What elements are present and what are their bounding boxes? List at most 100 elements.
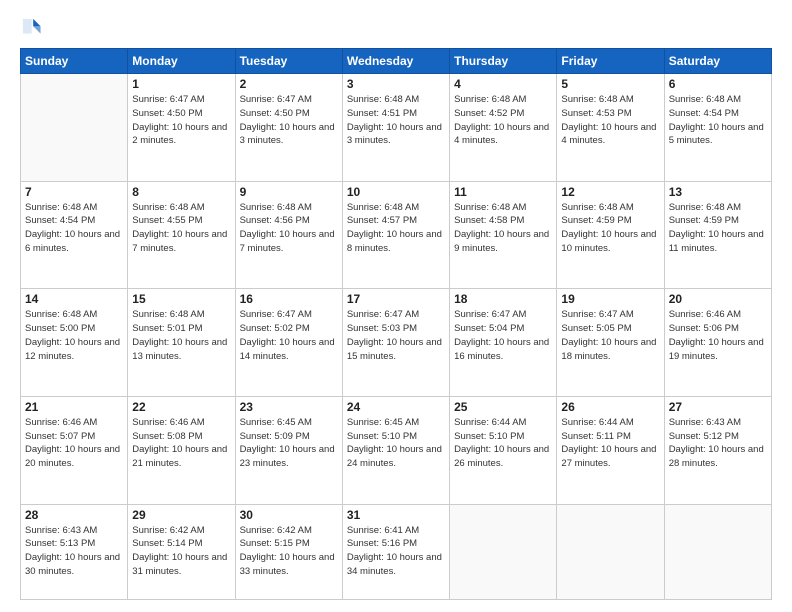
calendar-cell: 29Sunrise: 6:42 AM Sunset: 5:14 PM Dayli… xyxy=(128,504,235,600)
day-info: Sunrise: 6:48 AM Sunset: 4:56 PM Dayligh… xyxy=(240,201,338,256)
day-number: 13 xyxy=(669,185,767,199)
day-number: 19 xyxy=(561,292,659,306)
day-info: Sunrise: 6:42 AM Sunset: 5:14 PM Dayligh… xyxy=(132,524,230,579)
weekday-header: Wednesday xyxy=(342,49,449,74)
logo xyxy=(20,16,44,38)
weekday-header: Saturday xyxy=(664,49,771,74)
calendar-header-row: SundayMondayTuesdayWednesdayThursdayFrid… xyxy=(21,49,772,74)
day-info: Sunrise: 6:46 AM Sunset: 5:07 PM Dayligh… xyxy=(25,416,123,471)
day-number: 24 xyxy=(347,400,445,414)
day-number: 31 xyxy=(347,508,445,522)
calendar-cell: 4 Sunrise: 6:48 AM Sunset: 4:52 PM Daylig… xyxy=(450,74,557,182)
weekday-header: Tuesday xyxy=(235,49,342,74)
day-info: Sunrise: 6:41 AM Sunset: 5:16 PM Dayligh… xyxy=(347,524,445,579)
calendar-cell: 19 Sunrise: 6:47 AM Sunset: 5:05 PM Dayli… xyxy=(557,289,664,397)
calendar-cell: 18 Sunrise: 6:47 AM Sunset: 5:04 PM Dayli… xyxy=(450,289,557,397)
calendar-cell xyxy=(664,504,771,600)
calendar-cell: 21 Sunrise: 6:46 AM Sunset: 5:07 PM Dayli… xyxy=(21,396,128,504)
day-info: Sunrise: 6:48 AM Sunset: 4:55 PM Dayligh… xyxy=(132,201,230,256)
logo-icon xyxy=(20,16,42,38)
day-number: 15 xyxy=(132,292,230,306)
calendar-week-row: 14 Sunrise: 6:48 AM Sunset: 5:00 PM Dayli… xyxy=(21,289,772,397)
calendar-week-row: 28 Sunrise: 6:43 AM Sunset: 5:13 PM Dayli… xyxy=(21,504,772,600)
day-info: Sunrise: 6:43 AM Sunset: 5:13 PM Dayligh… xyxy=(25,524,123,579)
calendar-cell: 20 Sunrise: 6:46 AM Sunset: 5:06 PM Dayli… xyxy=(664,289,771,397)
calendar-cell: 5 Sunrise: 6:48 AM Sunset: 4:53 PM Daylig… xyxy=(557,74,664,182)
calendar-cell: 30Sunrise: 6:42 AM Sunset: 5:15 PM Dayli… xyxy=(235,504,342,600)
day-info: Sunrise: 6:47 AM Sunset: 4:50 PM Dayligh… xyxy=(132,93,230,148)
weekday-header: Sunday xyxy=(21,49,128,74)
day-info: Sunrise: 6:48 AM Sunset: 4:54 PM Dayligh… xyxy=(25,201,123,256)
calendar-cell: 17 Sunrise: 6:47 AM Sunset: 5:03 PM Dayli… xyxy=(342,289,449,397)
day-number: 21 xyxy=(25,400,123,414)
day-number: 5 xyxy=(561,77,659,91)
calendar-cell: 24Sunrise: 6:45 AM Sunset: 5:10 PM Dayli… xyxy=(342,396,449,504)
day-number: 26 xyxy=(561,400,659,414)
calendar-week-row: 21 Sunrise: 6:46 AM Sunset: 5:07 PM Dayli… xyxy=(21,396,772,504)
calendar-week-row: 7 Sunrise: 6:48 AM Sunset: 4:54 PM Daylig… xyxy=(21,181,772,289)
day-number: 16 xyxy=(240,292,338,306)
day-number: 2 xyxy=(240,77,338,91)
day-info: Sunrise: 6:48 AM Sunset: 4:54 PM Dayligh… xyxy=(669,93,767,148)
calendar-cell: 28 Sunrise: 6:43 AM Sunset: 5:13 PM Dayli… xyxy=(21,504,128,600)
day-info: Sunrise: 6:47 AM Sunset: 5:03 PM Dayligh… xyxy=(347,308,445,363)
calendar-cell xyxy=(21,74,128,182)
day-number: 27 xyxy=(669,400,767,414)
day-number: 20 xyxy=(669,292,767,306)
day-info: Sunrise: 6:48 AM Sunset: 4:52 PM Dayligh… xyxy=(454,93,552,148)
calendar-cell xyxy=(557,504,664,600)
day-number: 23 xyxy=(240,400,338,414)
weekday-header: Friday xyxy=(557,49,664,74)
calendar-cell: 8 Sunrise: 6:48 AM Sunset: 4:55 PM Daylig… xyxy=(128,181,235,289)
day-info: Sunrise: 6:48 AM Sunset: 4:59 PM Dayligh… xyxy=(669,201,767,256)
day-info: Sunrise: 6:48 AM Sunset: 4:59 PM Dayligh… xyxy=(561,201,659,256)
weekday-header: Monday xyxy=(128,49,235,74)
calendar-cell: 9Sunrise: 6:48 AM Sunset: 4:56 PM Daylig… xyxy=(235,181,342,289)
day-number: 4 xyxy=(454,77,552,91)
day-number: 10 xyxy=(347,185,445,199)
calendar-cell: 26 Sunrise: 6:44 AM Sunset: 5:11 PM Dayli… xyxy=(557,396,664,504)
calendar-cell: 23Sunrise: 6:45 AM Sunset: 5:09 PM Dayli… xyxy=(235,396,342,504)
day-number: 12 xyxy=(561,185,659,199)
calendar-cell: 3 Sunrise: 6:48 AM Sunset: 4:51 PM Daylig… xyxy=(342,74,449,182)
day-number: 6 xyxy=(669,77,767,91)
day-info: Sunrise: 6:48 AM Sunset: 4:53 PM Dayligh… xyxy=(561,93,659,148)
calendar-cell: 16Sunrise: 6:47 AM Sunset: 5:02 PM Dayli… xyxy=(235,289,342,397)
calendar-cell: 7 Sunrise: 6:48 AM Sunset: 4:54 PM Daylig… xyxy=(21,181,128,289)
day-number: 7 xyxy=(25,185,123,199)
day-info: Sunrise: 6:44 AM Sunset: 5:10 PM Dayligh… xyxy=(454,416,552,471)
day-number: 17 xyxy=(347,292,445,306)
day-number: 8 xyxy=(132,185,230,199)
day-info: Sunrise: 6:42 AM Sunset: 5:15 PM Dayligh… xyxy=(240,524,338,579)
day-number: 25 xyxy=(454,400,552,414)
page: SundayMondayTuesdayWednesdayThursdayFrid… xyxy=(0,0,792,612)
calendar-cell: 10 Sunrise: 6:48 AM Sunset: 4:57 PM Dayli… xyxy=(342,181,449,289)
day-number: 14 xyxy=(25,292,123,306)
day-info: Sunrise: 6:48 AM Sunset: 4:51 PM Dayligh… xyxy=(347,93,445,148)
calendar-cell: 27Sunrise: 6:43 AM Sunset: 5:12 PM Dayli… xyxy=(664,396,771,504)
day-info: Sunrise: 6:48 AM Sunset: 5:00 PM Dayligh… xyxy=(25,308,123,363)
day-number: 22 xyxy=(132,400,230,414)
calendar-cell xyxy=(450,504,557,600)
calendar-cell: 6 Sunrise: 6:48 AM Sunset: 4:54 PM Daylig… xyxy=(664,74,771,182)
day-info: Sunrise: 6:46 AM Sunset: 5:06 PM Dayligh… xyxy=(669,308,767,363)
header xyxy=(20,16,772,38)
calendar-cell: 22 Sunrise: 6:46 AM Sunset: 5:08 PM Dayli… xyxy=(128,396,235,504)
calendar-week-row: 1 Sunrise: 6:47 AM Sunset: 4:50 PM Daylig… xyxy=(21,74,772,182)
day-info: Sunrise: 6:47 AM Sunset: 5:04 PM Dayligh… xyxy=(454,308,552,363)
day-number: 1 xyxy=(132,77,230,91)
calendar-table: SundayMondayTuesdayWednesdayThursdayFrid… xyxy=(20,48,772,600)
day-number: 11 xyxy=(454,185,552,199)
calendar-cell: 31 Sunrise: 6:41 AM Sunset: 5:16 PM Dayli… xyxy=(342,504,449,600)
calendar-cell: 14 Sunrise: 6:48 AM Sunset: 5:00 PM Dayli… xyxy=(21,289,128,397)
day-info: Sunrise: 6:46 AM Sunset: 5:08 PM Dayligh… xyxy=(132,416,230,471)
day-number: 28 xyxy=(25,508,123,522)
calendar-cell: 12 Sunrise: 6:48 AM Sunset: 4:59 PM Dayli… xyxy=(557,181,664,289)
day-info: Sunrise: 6:47 AM Sunset: 5:05 PM Dayligh… xyxy=(561,308,659,363)
day-info: Sunrise: 6:48 AM Sunset: 4:57 PM Dayligh… xyxy=(347,201,445,256)
calendar-cell: 1 Sunrise: 6:47 AM Sunset: 4:50 PM Daylig… xyxy=(128,74,235,182)
day-number: 3 xyxy=(347,77,445,91)
day-info: Sunrise: 6:44 AM Sunset: 5:11 PM Dayligh… xyxy=(561,416,659,471)
calendar-cell: 25 Sunrise: 6:44 AM Sunset: 5:10 PM Dayli… xyxy=(450,396,557,504)
day-number: 18 xyxy=(454,292,552,306)
